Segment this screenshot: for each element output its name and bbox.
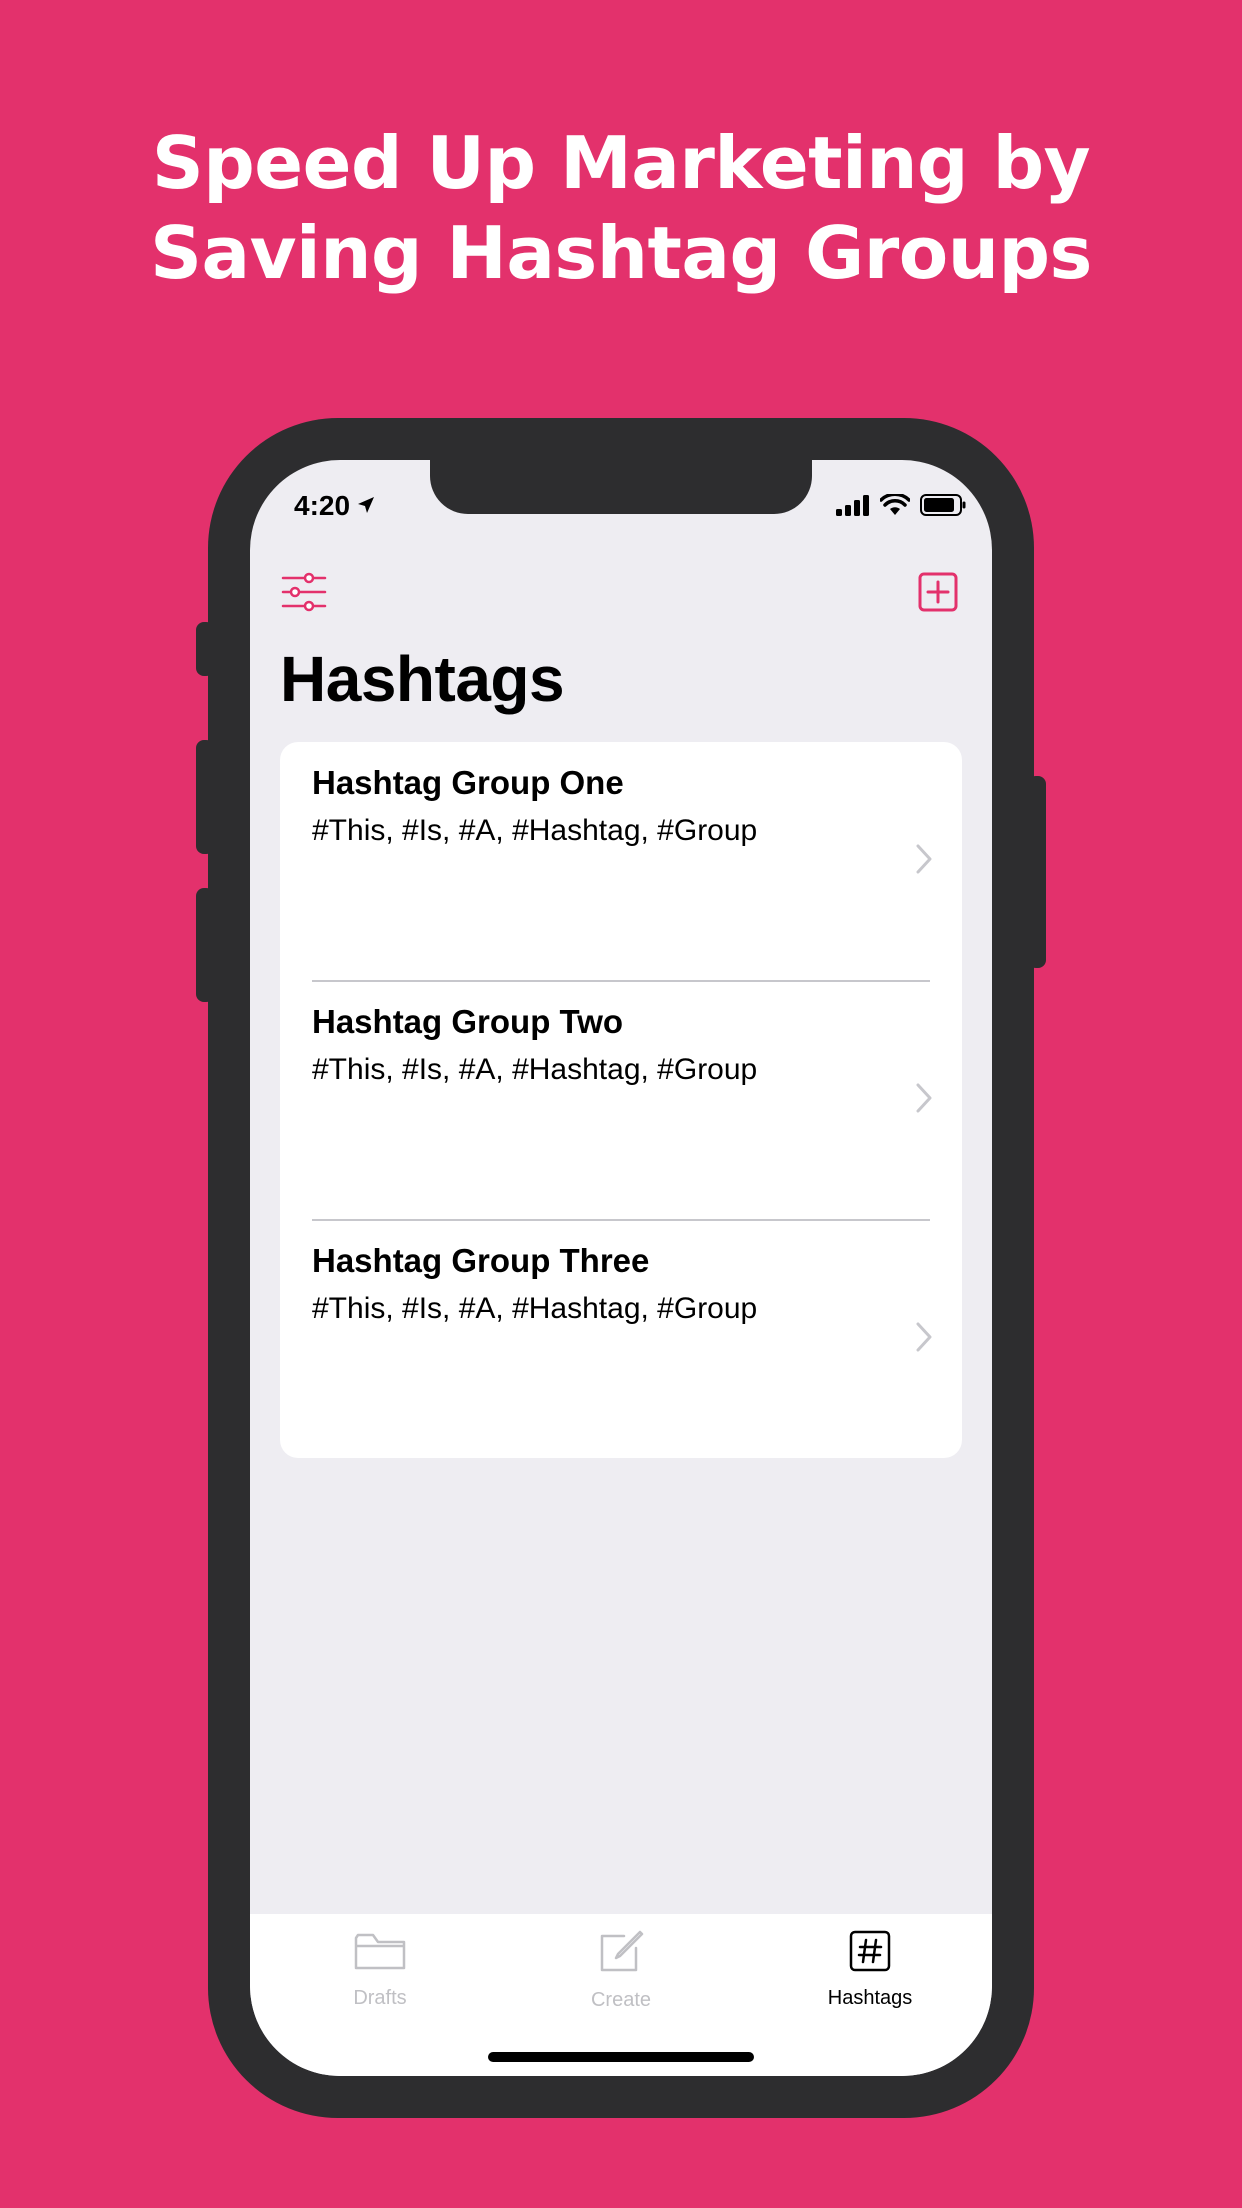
phone-screen: 4:20 Hashtags Hashtag Group One #This, #… (250, 460, 992, 2076)
add-group-button[interactable] (914, 570, 962, 618)
phone-frame: 4:20 Hashtags Hashtag Group One #This, #… (208, 418, 1034, 2118)
tab-label: Create (590, 1989, 652, 2011)
chevron-right-icon (916, 1083, 932, 1118)
tab-drafts[interactable]: Drafts (290, 1930, 470, 2010)
notch (430, 460, 812, 514)
folder-icon (354, 1930, 406, 1977)
plus-square-icon (918, 572, 958, 617)
list-item[interactable]: Hashtag Group One #This, #Is, #A, #Hasht… (280, 742, 962, 981)
group-tags: #This, #Is, #A, #Hashtag, #Group (312, 1292, 758, 1325)
headline-line-1: Speed Up Marketing by (151, 121, 1091, 205)
group-tags: #This, #Is, #A, #Hashtag, #Group (312, 1053, 758, 1086)
list-item[interactable]: Hashtag Group Two #This, #Is, #A, #Hasht… (280, 981, 962, 1220)
headline-line-2: Saving Hashtag Groups (150, 211, 1092, 295)
tab-label: Drafts (353, 1987, 407, 2009)
hashtag-icon (849, 1930, 891, 1977)
sliders-icon (281, 572, 327, 617)
group-tags: #This, #Is, #A, #Hashtag, #Group (312, 814, 758, 847)
status-time: 4:20 (294, 490, 351, 521)
compose-icon (598, 1930, 644, 1979)
status-icons (836, 492, 966, 521)
page-title: Hashtags (280, 643, 565, 715)
filter-settings-button[interactable] (280, 570, 328, 618)
list-item[interactable]: Hashtag Group Three #This, #Is, #A, #Has… (280, 1220, 962, 1459)
group-title: Hashtag Group Three (312, 1242, 650, 1279)
tab-create[interactable]: Create (531, 1930, 711, 2012)
battery-icon (920, 494, 966, 521)
chevron-right-icon (916, 1322, 932, 1357)
status-time-group: 4:20 (294, 490, 376, 522)
headline: Speed Up Marketing by Saving Hashtag Gro… (0, 118, 1242, 298)
hashtag-groups-list: Hashtag Group One #This, #Is, #A, #Hasht… (280, 742, 962, 1458)
home-indicator (488, 2052, 754, 2062)
group-title: Hashtag Group Two (312, 1003, 624, 1040)
chevron-right-icon (916, 844, 932, 879)
group-title: Hashtag Group One (312, 764, 624, 801)
tab-hashtags[interactable]: Hashtags (780, 1930, 960, 2010)
tab-label: Hashtags (827, 1987, 913, 2009)
signal-icon (836, 494, 870, 521)
location-arrow-icon (356, 490, 376, 522)
wifi-icon (879, 492, 911, 521)
